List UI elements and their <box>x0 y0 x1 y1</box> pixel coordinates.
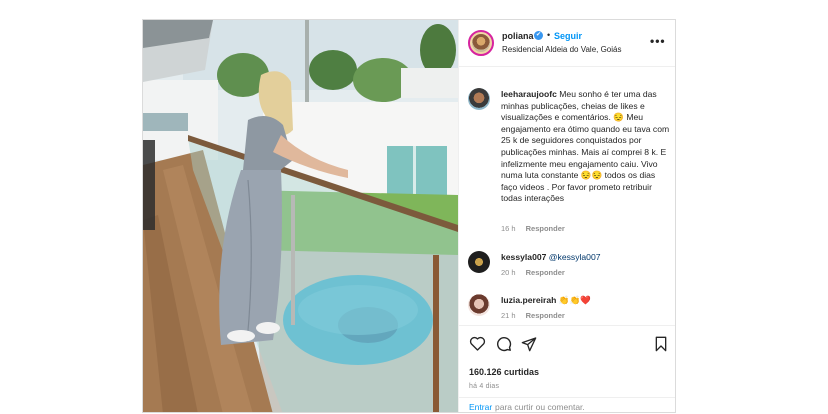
login-link[interactable]: Entrar <box>469 402 492 412</box>
comment-composer: Entrar para curtir ou comentar. <box>459 397 675 412</box>
comment-body: Meu sonho é ter uma das minhas publicaçõ… <box>501 89 670 204</box>
post-header: poliana ✔ • Seguir Residencial Aldeia do… <box>459 20 675 67</box>
heart-icon[interactable] <box>469 336 486 351</box>
commenter-avatar[interactable] <box>468 88 490 110</box>
post-time-ago[interactable]: há 4 dias <box>469 383 499 390</box>
bookmark-icon[interactable] <box>654 336 668 352</box>
post-location[interactable]: Residencial Aldeia do Vale, Goiás <box>502 45 621 54</box>
comment-time[interactable]: 20 h <box>501 268 516 277</box>
more-options-icon[interactable]: ••• <box>650 34 666 48</box>
reply-button[interactable]: Responder <box>526 224 565 233</box>
comment-text: luzia.pereirah 👏👏❤️ <box>501 295 671 307</box>
comments-list[interactable]: leeharaujoofc Meu sonho é ter uma das mi… <box>459 67 675 325</box>
comment-meta: 21 h Responder <box>501 311 565 320</box>
share-icon[interactable] <box>521 336 537 352</box>
login-hint: para curtir ou comentar. <box>495 402 585 412</box>
commenter-avatar[interactable] <box>468 294 490 316</box>
separator-dot: • <box>547 30 551 40</box>
post-actions: 160.126 curtidas há 4 dias Entrar para c… <box>459 325 675 412</box>
reply-button[interactable]: Responder <box>526 311 565 320</box>
instagram-post: poliana ✔ • Seguir Residencial Aldeia do… <box>142 19 676 413</box>
comment-meta: 20 h Responder <box>501 268 565 277</box>
commenter-username[interactable]: leeharaujoofc <box>501 89 557 99</box>
post-photo-image <box>143 20 458 412</box>
commenter-username[interactable]: kessyla007 <box>501 252 546 262</box>
comment-body: 👏👏❤️ <box>556 295 591 305</box>
commenter-avatar[interactable] <box>468 251 490 273</box>
post-photo[interactable] <box>143 20 458 412</box>
verified-badge-icon: ✔ <box>534 31 543 40</box>
comment-time[interactable]: 21 h <box>501 311 516 320</box>
comment-text: leeharaujoofc Meu sonho é ter uma das mi… <box>501 89 671 205</box>
author-username[interactable]: poliana <box>502 31 534 41</box>
follow-button[interactable]: Seguir <box>554 31 582 41</box>
comment-icon[interactable] <box>495 335 512 352</box>
author-avatar[interactable] <box>468 30 494 56</box>
comment-time[interactable]: 16 h <box>501 224 516 233</box>
comment-text: kessyla007 @kessyla007 <box>501 252 671 264</box>
comment-mention[interactable]: @kessyla007 <box>549 252 601 262</box>
like-count[interactable]: 160.126 curtidas <box>469 367 539 377</box>
reply-button[interactable]: Responder <box>526 268 565 277</box>
post-side-panel: poliana ✔ • Seguir Residencial Aldeia do… <box>458 20 675 412</box>
commenter-username[interactable]: luzia.pereirah <box>501 295 556 305</box>
comment-meta: 16 h Responder <box>501 224 565 233</box>
